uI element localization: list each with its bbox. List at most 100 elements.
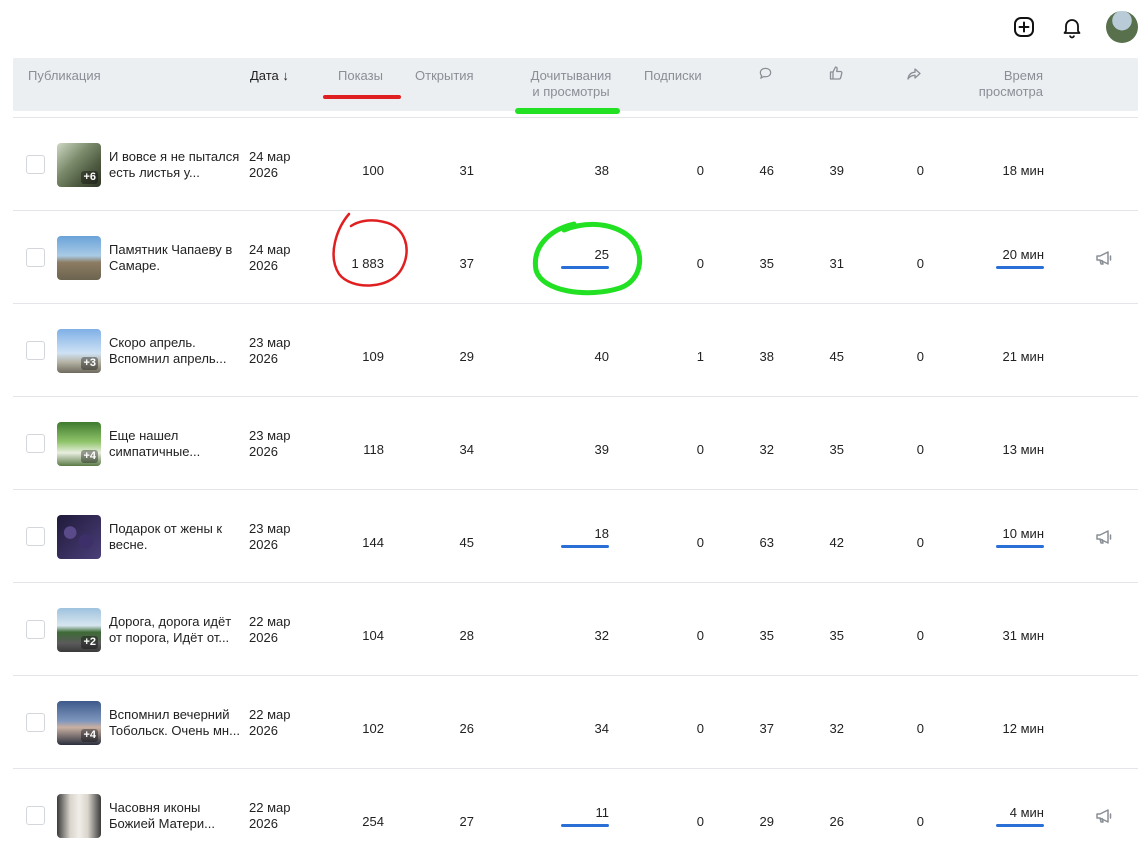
publication-title[interactable]: Еще нашел симпатичные... (109, 428, 241, 460)
view-time-value: 4 мин (1009, 805, 1044, 820)
publication-thumbnail[interactable]: +6 (57, 143, 101, 187)
extra-images-count: +4 (81, 450, 98, 463)
likes-value: 35 (829, 628, 844, 643)
promote-button[interactable] (1094, 527, 1114, 547)
view-time-value: 21 мин (1002, 349, 1044, 364)
avatar[interactable] (1106, 11, 1138, 43)
publication-title[interactable]: Вспомнил вечерний Тобольск. Очень мн... (109, 707, 241, 739)
publication-title[interactable]: Часовня иконы Божией Матери... (109, 800, 241, 832)
publication-date: 22 мар 2026 (249, 707, 299, 739)
row-checkbox[interactable] (26, 434, 45, 453)
plus-square-icon (1014, 17, 1034, 37)
table-row[interactable]: +4 Вспомнил вечерний Тобольск. Очень мн.… (13, 675, 1138, 768)
row-checkbox[interactable] (26, 155, 45, 174)
column-header-likes[interactable] (828, 65, 844, 85)
subscriptions-value: 0 (696, 442, 704, 457)
opens-value: 34 (459, 442, 474, 457)
publication-title-line1: Еще нашел (109, 428, 179, 443)
column-header-date[interactable]: Дата ↓ (250, 68, 289, 84)
column-header-subscriptions[interactable]: Подписки (644, 68, 702, 84)
column-header-publication: Публикация (28, 68, 101, 83)
shares-value: 0 (916, 256, 924, 271)
publication-title-line2: Самаре. (109, 258, 161, 273)
comments-value: 35 (759, 628, 774, 643)
comments-value: 37 (759, 721, 774, 736)
create-publication-button[interactable] (1011, 14, 1037, 40)
subscriptions-value: 0 (696, 814, 704, 829)
subscriptions-value: 1 (696, 349, 704, 364)
publication-title[interactable]: И вовсе я не пытался есть листья у... (109, 149, 241, 181)
table-row[interactable]: Подарок от жены к весне. 23 мар 2026 144… (13, 489, 1138, 582)
table-row[interactable]: +6 И вовсе я не пытался есть листья у...… (13, 117, 1138, 210)
row-checkbox[interactable] (26, 248, 45, 267)
reads-value: 39 (594, 442, 609, 457)
opens-value: 28 (459, 628, 474, 643)
publication-thumbnail[interactable] (57, 515, 101, 559)
row-checkbox[interactable] (26, 806, 45, 825)
publication-title[interactable]: Памятник Чапаеву в Самаре. (109, 242, 241, 274)
publication-title-line2: весне. (109, 537, 148, 552)
table-row[interactable]: Часовня иконы Божией Матери... 22 мар 20… (13, 768, 1138, 860)
comments-value: 29 (759, 814, 774, 829)
likes-value: 31 (829, 256, 844, 271)
notifications-button[interactable] (1059, 14, 1085, 40)
column-header-opens[interactable]: Открытия (415, 68, 474, 84)
subscriptions-value: 0 (696, 535, 704, 550)
publication-thumbnail[interactable] (57, 794, 101, 838)
publication-title[interactable]: Скоро апрель. Вспомнил апрель... (109, 335, 241, 367)
shares-value: 0 (916, 442, 924, 457)
reads-value: 18 (594, 526, 609, 541)
publication-title-line1: Вспомнил вечерний (109, 707, 230, 722)
likes-value: 39 (829, 163, 844, 178)
publication-title-line2: Тобольск. Очень мн... (109, 723, 240, 738)
reads-value: 34 (594, 721, 609, 736)
column-header-reads[interactable]: Дочитывания и просмотры (521, 68, 621, 100)
red-underline-annotation (323, 95, 401, 99)
column-header-comments[interactable] (758, 66, 773, 85)
megaphone-icon (1096, 530, 1112, 544)
publication-title[interactable]: Дорога, дорога идёт от порога, Идёт от..… (109, 614, 241, 646)
likes-value: 26 (829, 814, 844, 829)
green-underline-annotation (515, 108, 620, 114)
row-checkbox[interactable] (26, 620, 45, 639)
table-row[interactable]: +4 Еще нашел симпатичные... 23 мар 2026 … (13, 396, 1138, 489)
publication-title-line2: есть листья у... (109, 165, 200, 180)
publication-thumbnail[interactable] (57, 236, 101, 280)
table-row[interactable]: +2 Дорога, дорога идёт от порога, Идёт о… (13, 582, 1138, 675)
row-checkbox[interactable] (26, 341, 45, 360)
reads-bar (561, 824, 609, 827)
publication-date: 22 мар 2026 (249, 614, 299, 646)
publication-date: 23 мар 2026 (249, 521, 299, 553)
promote-button[interactable] (1094, 806, 1114, 826)
column-header-shares[interactable] (906, 66, 922, 86)
row-checkbox[interactable] (26, 713, 45, 732)
subscriptions-value: 0 (696, 628, 704, 643)
publication-thumbnail[interactable]: +2 (57, 608, 101, 652)
megaphone-icon (1096, 809, 1112, 823)
reads-value: 40 (594, 349, 609, 364)
comments-value: 46 (759, 163, 774, 178)
reads-value: 38 (594, 163, 609, 178)
subscriptions-value: 0 (696, 721, 704, 736)
publication-date-year: 2026 (249, 630, 278, 645)
promote-button[interactable] (1094, 248, 1114, 268)
publication-date-day: 23 мар (249, 521, 291, 536)
comments-value: 63 (759, 535, 774, 550)
red-circle-annotation (332, 212, 408, 287)
opens-value: 37 (459, 256, 474, 271)
column-header-view-time[interactable]: Время просмотра (963, 68, 1043, 100)
top-bar (0, 0, 1141, 58)
row-checkbox[interactable] (26, 527, 45, 546)
opens-value: 45 (459, 535, 474, 550)
publication-thumbnail[interactable]: +4 (57, 701, 101, 745)
publication-title[interactable]: Подарок от жены к весне. (109, 521, 241, 553)
comment-icon (759, 67, 772, 79)
column-header-shows[interactable]: Показы (338, 68, 383, 84)
publication-date-year: 2026 (249, 723, 278, 738)
publication-date-year: 2026 (249, 258, 278, 273)
publication-thumbnail[interactable]: +3 (57, 329, 101, 373)
reads-bar (561, 545, 609, 548)
view-time-bar (996, 545, 1044, 548)
publication-thumbnail[interactable]: +4 (57, 422, 101, 466)
table-row[interactable]: +3 Скоро апрель. Вспомнил апрель... 23 м… (13, 303, 1138, 396)
